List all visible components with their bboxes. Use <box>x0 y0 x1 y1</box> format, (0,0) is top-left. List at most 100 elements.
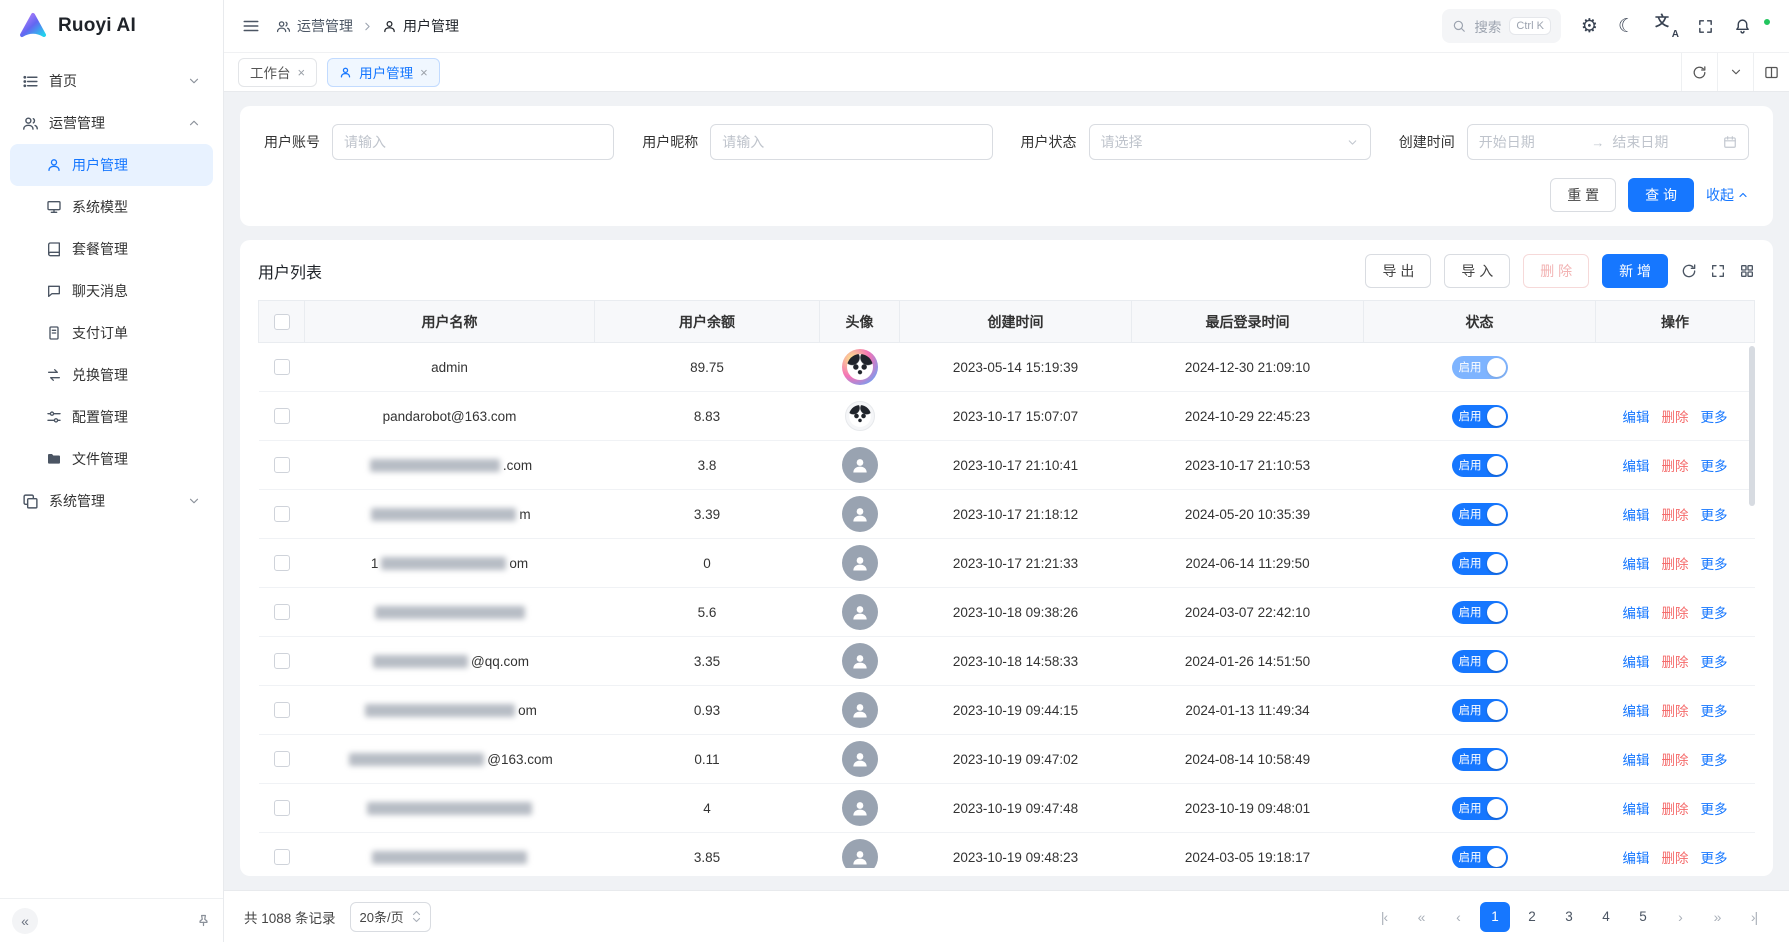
status-toggle[interactable]: 启用 <box>1452 748 1508 771</box>
sidebar-item-system-management[interactable]: 系统管理 <box>10 480 213 522</box>
user-account-input[interactable] <box>344 134 602 150</box>
more-link[interactable]: 更多 <box>1701 655 1728 670</box>
settings-gear-icon[interactable]: ⚙ <box>1581 17 1598 36</box>
page-button-4[interactable]: 4 <box>1591 902 1621 932</box>
sidebar-item-system-model[interactable]: 系统模型 <box>10 186 213 228</box>
close-icon[interactable]: × <box>420 65 428 80</box>
first-page-button[interactable]: |‹ <box>1369 902 1399 932</box>
delete-button[interactable]: 删 除 <box>1523 254 1589 288</box>
edit-link[interactable]: 编辑 <box>1623 508 1650 523</box>
collapse-filter-link[interactable]: 收起 <box>1706 185 1749 205</box>
delete-link[interactable]: 删除 <box>1662 410 1689 425</box>
pin-icon[interactable] <box>196 913 211 928</box>
delete-link[interactable]: 删除 <box>1662 606 1689 621</box>
edit-link[interactable]: 编辑 <box>1623 606 1650 621</box>
maximize-content-icon[interactable] <box>1753 53 1789 91</box>
sidebar-item-file-management[interactable]: 文件管理 <box>10 438 213 480</box>
row-checkbox[interactable] <box>274 849 290 865</box>
breadcrumb-item-operations[interactable]: 运营管理 <box>276 16 353 36</box>
search-button[interactable]: 查 询 <box>1628 178 1694 212</box>
next-group-button[interactable]: » <box>1702 902 1732 932</box>
row-checkbox[interactable] <box>274 555 290 571</box>
more-link[interactable]: 更多 <box>1701 606 1728 621</box>
add-button[interactable]: 新 增 <box>1602 254 1668 288</box>
sidebar-item-package-management[interactable]: 套餐管理 <box>10 228 213 270</box>
edit-link[interactable]: 编辑 <box>1623 851 1650 866</box>
end-date-input[interactable] <box>1612 134 1717 150</box>
sidebar-item-config-management[interactable]: 配置管理 <box>10 396 213 438</box>
user-status-select-value[interactable] <box>1101 134 1340 150</box>
notifications-bell-icon[interactable] <box>1734 18 1751 35</box>
page-button-2[interactable]: 2 <box>1517 902 1547 932</box>
close-icon[interactable]: × <box>298 65 306 80</box>
delete-link[interactable]: 删除 <box>1662 851 1689 866</box>
edit-link[interactable]: 编辑 <box>1623 704 1650 719</box>
user-nickname-input[interactable] <box>722 134 980 150</box>
reset-button[interactable]: 重 置 <box>1550 178 1616 212</box>
refresh-table-icon[interactable] <box>1681 263 1697 279</box>
status-toggle[interactable]: 启用 <box>1452 454 1508 477</box>
status-toggle[interactable]: 启用 <box>1452 650 1508 673</box>
status-toggle[interactable]: 启用 <box>1452 503 1508 526</box>
collapse-sidebar-button[interactable]: « <box>12 908 38 934</box>
row-checkbox[interactable] <box>274 457 290 473</box>
more-link[interactable]: 更多 <box>1701 508 1728 523</box>
row-checkbox[interactable] <box>274 408 290 424</box>
language-switch-icon[interactable]: 文A <box>1655 16 1677 36</box>
edit-link[interactable]: 编辑 <box>1623 459 1650 474</box>
page-button-1[interactable]: 1 <box>1480 902 1510 932</box>
column-settings-grid-icon[interactable] <box>1739 263 1755 279</box>
table-scrollbar[interactable] <box>1749 346 1755 506</box>
row-checkbox[interactable] <box>274 604 290 620</box>
row-checkbox[interactable] <box>274 506 290 522</box>
edit-link[interactable]: 编辑 <box>1623 410 1650 425</box>
date-range-picker[interactable]: → <box>1467 124 1749 160</box>
delete-link[interactable]: 删除 <box>1662 655 1689 670</box>
export-button[interactable]: 导 出 <box>1365 254 1431 288</box>
user-status-select[interactable] <box>1089 124 1371 160</box>
delete-link[interactable]: 删除 <box>1662 557 1689 572</box>
prev-group-button[interactable]: « <box>1406 902 1436 932</box>
edit-link[interactable]: 编辑 <box>1623 802 1650 817</box>
status-toggle[interactable]: 启用 <box>1452 552 1508 575</box>
status-toggle[interactable]: 启用 <box>1452 601 1508 624</box>
more-link[interactable]: 更多 <box>1701 851 1728 866</box>
delete-link[interactable]: 删除 <box>1662 704 1689 719</box>
more-link[interactable]: 更多 <box>1701 704 1728 719</box>
hamburger-menu-icon[interactable] <box>242 17 260 35</box>
start-date-input[interactable] <box>1479 134 1584 150</box>
dark-mode-moon-icon[interactable]: ☾ <box>1618 17 1635 36</box>
import-button[interactable]: 导 入 <box>1444 254 1510 288</box>
status-toggle[interactable]: 启用 <box>1452 699 1508 722</box>
status-toggle[interactable]: 启用 <box>1452 797 1508 820</box>
row-checkbox[interactable] <box>274 800 290 816</box>
refresh-tab-icon[interactable] <box>1681 53 1717 91</box>
fullscreen-icon[interactable] <box>1697 18 1714 35</box>
delete-link[interactable]: 删除 <box>1662 508 1689 523</box>
more-link[interactable]: 更多 <box>1701 753 1728 768</box>
page-button-5[interactable]: 5 <box>1628 902 1658 932</box>
delete-link[interactable]: 删除 <box>1662 459 1689 474</box>
select-all-checkbox[interactable] <box>274 314 290 330</box>
edit-link[interactable]: 编辑 <box>1623 753 1650 768</box>
more-link[interactable]: 更多 <box>1701 410 1728 425</box>
edit-link[interactable]: 编辑 <box>1623 557 1650 572</box>
page-size-select[interactable]: 20条/页 <box>350 902 431 932</box>
more-link[interactable]: 更多 <box>1701 557 1728 572</box>
row-checkbox[interactable] <box>274 751 290 767</box>
more-link[interactable]: 更多 <box>1701 459 1728 474</box>
status-toggle[interactable]: 启用 <box>1452 846 1508 869</box>
tab-options-chevron-icon[interactable] <box>1717 53 1753 91</box>
status-toggle[interactable]: 启用 <box>1452 356 1508 379</box>
edit-link[interactable]: 编辑 <box>1623 655 1650 670</box>
row-checkbox[interactable] <box>274 359 290 375</box>
prev-page-button[interactable]: ‹ <box>1443 902 1473 932</box>
more-link[interactable]: 更多 <box>1701 802 1728 817</box>
tab-workspace[interactable]: 工作台 × <box>238 58 317 87</box>
status-toggle[interactable]: 启用 <box>1452 405 1508 428</box>
sidebar-item-payment-orders[interactable]: 支付订单 <box>10 312 213 354</box>
page-button-3[interactable]: 3 <box>1554 902 1584 932</box>
sidebar-item-chat-messages[interactable]: 聊天消息 <box>10 270 213 312</box>
global-search[interactable]: 搜索 Ctrl K <box>1442 9 1561 43</box>
sidebar-item-operations[interactable]: 运营管理 <box>10 102 213 144</box>
